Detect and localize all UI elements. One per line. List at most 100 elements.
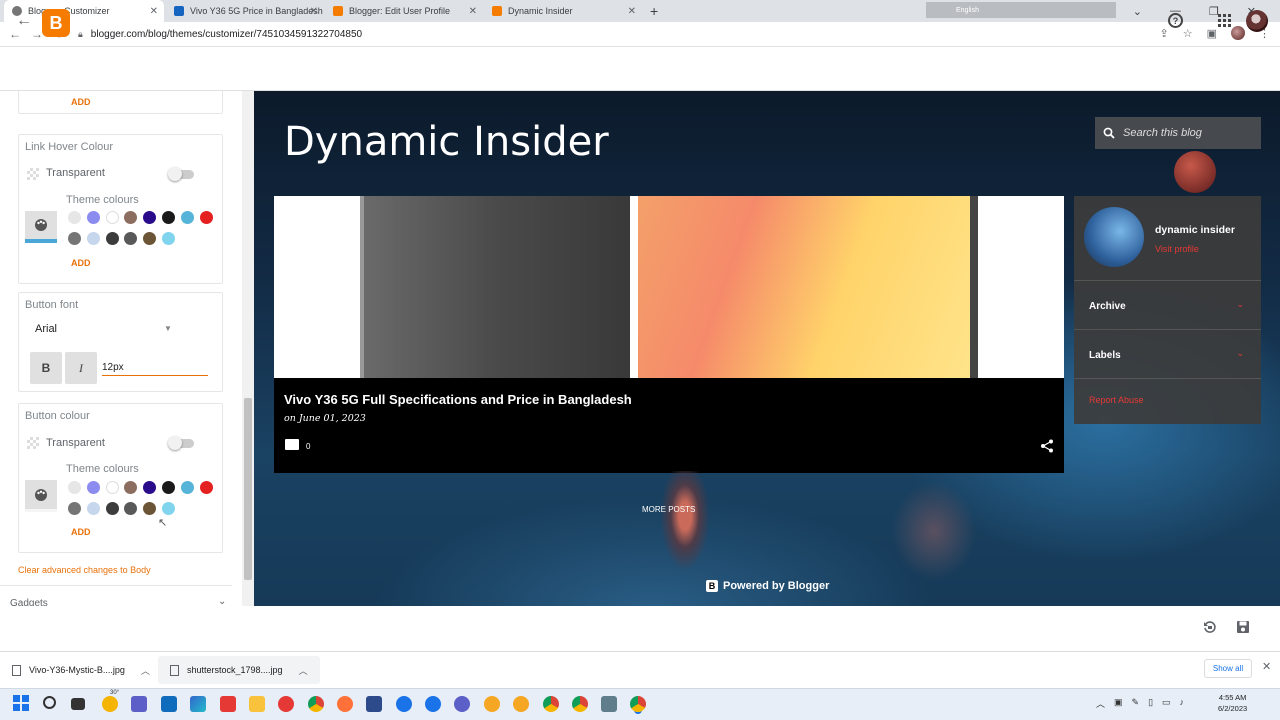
colour-swatch[interactable] — [199, 481, 213, 494]
labels-widget[interactable]: Labels ⌄ — [1074, 329, 1261, 377]
app-icon[interactable] — [601, 696, 617, 712]
chevron-up-icon[interactable]: ︿ — [141, 664, 150, 677]
blog-title[interactable]: Dynamic Insider — [284, 119, 609, 165]
colour-picker-button[interactable] — [25, 211, 57, 243]
app-icon[interactable] — [454, 696, 470, 712]
colour-swatch[interactable] — [162, 502, 175, 515]
powered-by-blogger[interactable]: B Powered by Blogger — [706, 580, 829, 592]
colour-swatch[interactable] — [105, 481, 119, 494]
chevron-up-icon[interactable]: ︿ — [299, 664, 308, 677]
colour-swatch[interactable] — [105, 211, 119, 224]
tab-edit-user-profile[interactable]: Blogger: Edit User Profile ✕ — [325, 0, 483, 22]
colour-picker-button[interactable] — [25, 480, 57, 512]
colour-swatch[interactable] — [86, 232, 100, 245]
font-size-input[interactable]: 12px — [102, 362, 208, 376]
app-icon[interactable] — [220, 696, 236, 712]
mail-icon[interactable] — [161, 696, 177, 712]
colour-swatch[interactable] — [105, 232, 119, 245]
task-view-icon[interactable] — [71, 698, 85, 710]
transparent-toggle[interactable] — [168, 436, 194, 450]
scrollbar-thumb[interactable] — [244, 398, 252, 580]
colour-swatch[interactable] — [68, 211, 81, 224]
dropdown-caret-icon[interactable]: ▼ — [164, 324, 172, 333]
colour-swatch[interactable] — [162, 232, 175, 245]
tab-vivo-price[interactable]: Vivo Y36 5G Price in Bangladesh ✕ — [166, 0, 324, 22]
firefox-icon[interactable] — [337, 696, 353, 712]
side-panel-icon[interactable]: ▣ — [1207, 27, 1217, 40]
battery-icon[interactable]: ▯ — [1148, 697, 1153, 710]
archive-widget[interactable]: Archive ⌄ — [1074, 280, 1261, 328]
taskbar-clock[interactable]: 4:55 AM 6/2/2023 — [1218, 692, 1247, 714]
colour-swatch[interactable] — [68, 502, 81, 515]
download-item[interactable]: Vivo-Y36-Mystic-B....jpg ︿ — [0, 656, 162, 684]
bold-button[interactable]: B — [30, 352, 62, 384]
help-icon[interactable]: ? — [1168, 13, 1183, 28]
show-all-button[interactable]: Show all — [1204, 659, 1252, 678]
blogger-logo[interactable]: B — [42, 9, 70, 37]
back-arrow-icon[interactable]: ← — [16, 12, 32, 30]
app-icon[interactable] — [366, 696, 382, 712]
colour-swatch[interactable] — [105, 502, 119, 515]
close-tab-icon[interactable]: ✕ — [150, 6, 158, 17]
tab-search-icon[interactable]: ⌄ — [1133, 5, 1142, 18]
italic-button[interactable]: I — [65, 352, 97, 384]
add-colour-link[interactable]: ADD — [71, 527, 91, 537]
tab-dynamic-insider[interactable]: Dynamic Insider ✕ — [484, 0, 642, 22]
tray-app-icon[interactable]: ✎ — [1132, 697, 1140, 710]
tray-app-icon[interactable]: ▣ — [1114, 697, 1123, 710]
teams-icon[interactable] — [131, 696, 147, 712]
close-tab-icon[interactable]: ✕ — [310, 6, 318, 17]
gadgets-section[interactable]: Gadgets — [10, 598, 48, 606]
featured-post-card[interactable]: Vivo Y36 5G Full Specifications and Pric… — [274, 196, 1064, 473]
app-icon[interactable] — [484, 696, 500, 712]
close-tab-icon[interactable]: ✕ — [469, 6, 477, 17]
post-title[interactable]: Vivo Y36 5G Full Specifications and Pric… — [284, 392, 632, 407]
post-image[interactable] — [274, 196, 1064, 378]
blog-search-input[interactable]: Search this blog — [1095, 117, 1261, 149]
save-icon[interactable] — [1236, 620, 1250, 634]
colour-swatch[interactable] — [68, 481, 81, 494]
chrome-icon[interactable] — [308, 696, 324, 712]
chevron-down-icon[interactable]: ⌄ — [1236, 348, 1244, 359]
network-icon[interactable]: ▭ — [1162, 697, 1171, 710]
close-tab-icon[interactable]: ✕ — [628, 6, 636, 17]
app-icon[interactable] — [513, 696, 529, 712]
share-icon[interactable] — [1040, 439, 1054, 453]
bookmark-star-icon[interactable]: ☆ — [1183, 27, 1193, 40]
close-downloads-icon[interactable]: ✕ — [1262, 660, 1271, 673]
windows-start-icon[interactable] — [13, 695, 29, 711]
report-abuse-link[interactable]: Report Abuse — [1089, 395, 1144, 405]
chevron-down-icon[interactable]: ⌄ — [1236, 299, 1244, 310]
add-colour-link[interactable]: ADD — [71, 97, 91, 107]
lock-icon[interactable]: 🔒︎ — [78, 29, 83, 40]
file-explorer-icon[interactable] — [249, 696, 265, 712]
colour-swatch[interactable] — [180, 481, 194, 494]
transparent-toggle[interactable] — [168, 167, 194, 181]
apps-grid-icon[interactable] — [1218, 14, 1231, 27]
weather-icon[interactable] — [102, 696, 118, 712]
edge-icon[interactable] — [190, 696, 206, 712]
clear-advanced-changes-link[interactable]: Clear advanced changes to Body — [18, 565, 151, 575]
comment-icon[interactable] — [285, 439, 299, 450]
app-icon[interactable] — [425, 696, 441, 712]
chrome-icon[interactable] — [572, 696, 588, 712]
colour-swatch[interactable] — [162, 211, 175, 224]
url-field[interactable]: blogger.com/blog/themes/customizer/74510… — [91, 29, 362, 40]
visit-profile-link[interactable]: Visit profile — [1155, 244, 1199, 254]
download-item[interactable]: shutterstock_1798....jpg ︿ — [158, 656, 320, 684]
revert-icon[interactable] — [1203, 620, 1217, 634]
share-page-icon[interactable]: ⇪ — [1160, 27, 1169, 40]
app-icon[interactable] — [396, 696, 412, 712]
profile-name[interactable]: dynamic insider — [1155, 224, 1235, 236]
colour-swatch[interactable] — [86, 502, 100, 515]
add-colour-link[interactable]: ADD — [71, 258, 91, 268]
colour-swatch[interactable] — [199, 211, 213, 224]
profile-avatar[interactable] — [1231, 26, 1245, 40]
profile-image[interactable] — [1084, 207, 1144, 267]
colour-swatch[interactable] — [86, 481, 100, 494]
more-posts-button[interactable]: MORE POSTS — [642, 505, 695, 514]
account-avatar[interactable] — [1246, 10, 1268, 32]
chrome-icon[interactable] — [630, 696, 646, 712]
volume-icon[interactable]: ♪ — [1180, 697, 1185, 710]
new-tab-icon[interactable]: + — [650, 3, 658, 19]
